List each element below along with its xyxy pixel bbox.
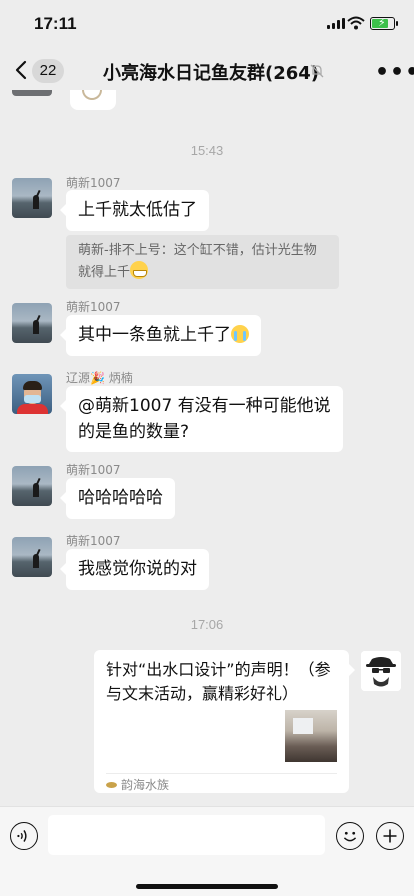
status-bar: 17:11 ⚡ bbox=[0, 0, 414, 48]
more-icon[interactable]: ••• bbox=[375, 60, 414, 85]
message-timestamp: 15:43 bbox=[190, 143, 224, 158]
avatar[interactable] bbox=[12, 303, 52, 343]
message-text: 上千就太低估了 bbox=[78, 200, 197, 220]
chat-header: 22 小亮海水日记鱼友群(264) ••• bbox=[0, 48, 414, 94]
avatar[interactable] bbox=[361, 651, 401, 691]
signal-icon bbox=[327, 18, 345, 29]
sticker-message[interactable] bbox=[70, 90, 116, 110]
sender-name: 萌新1007 bbox=[66, 463, 121, 477]
message-timestamp: 17:06 bbox=[190, 617, 224, 632]
divider bbox=[106, 773, 337, 774]
avatar[interactable] bbox=[12, 466, 52, 506]
sender-name: 萌新1007 bbox=[66, 300, 121, 314]
link-thumbnail bbox=[285, 710, 337, 762]
chevron-left-icon[interactable] bbox=[10, 58, 34, 82]
message-bubble[interactable]: 其中一条鱼就上千了 bbox=[60, 315, 261, 356]
status-time: 17:11 bbox=[34, 14, 77, 33]
unread-count-badge[interactable]: 22 bbox=[32, 59, 64, 83]
message-text: 我感觉你说的对 bbox=[78, 559, 197, 579]
link-title: 针对“出水口设计”的声明！（参与文末活动，赢精彩好礼） bbox=[106, 660, 331, 703]
link-card-message[interactable]: 针对“出水口设计”的声明！（参与文末活动，赢精彩好礼） 韵海水族 bbox=[94, 650, 355, 793]
grin-emoji-icon bbox=[130, 261, 149, 279]
plus-icon[interactable] bbox=[376, 822, 404, 850]
sender-name: 辽源🎉 炳楠 bbox=[66, 371, 133, 385]
link-source-name: 韵海水族 bbox=[121, 778, 170, 792]
message-text: 哈哈哈哈哈 bbox=[78, 488, 163, 508]
sender-name: 萌新1007 bbox=[66, 176, 121, 190]
avatar[interactable] bbox=[12, 90, 52, 96]
bell-off-icon bbox=[310, 64, 324, 78]
avatar[interactable] bbox=[12, 537, 52, 577]
message-bubble[interactable]: @萌新1007 有没有一种可能他说 的是鱼的数量? bbox=[60, 386, 343, 452]
message-input[interactable] bbox=[48, 815, 325, 855]
message-text: @萌新1007 有没有一种可能他说 bbox=[78, 396, 331, 416]
message-text: 其中一条鱼就上千了 bbox=[78, 325, 231, 345]
avatar[interactable] bbox=[12, 178, 52, 218]
sender-name: 萌新1007 bbox=[66, 534, 121, 548]
source-logo-icon bbox=[106, 781, 117, 788]
battery-icon: ⚡ bbox=[370, 16, 398, 30]
voice-icon[interactable] bbox=[10, 822, 38, 850]
message-text: 的是鱼的数量? bbox=[78, 422, 190, 442]
message-bubble[interactable]: 我感觉你说的对 bbox=[60, 549, 209, 590]
home-indicator bbox=[136, 884, 278, 889]
message-bubble[interactable]: 哈哈哈哈哈 bbox=[60, 478, 175, 519]
message-bubble[interactable]: 上千就太低估了 bbox=[60, 190, 209, 231]
message-input-bar bbox=[0, 806, 414, 896]
crying-emoji-icon bbox=[231, 325, 249, 343]
group-title: 小亮海水日记鱼友群(264) bbox=[103, 63, 320, 84]
avatar[interactable] bbox=[12, 374, 52, 414]
quote-text: 萌新-排不上号：这个缸不错，估计光生物就得上千 bbox=[78, 243, 317, 280]
quoted-message[interactable]: 萌新-排不上号：这个缸不错，估计光生物就得上千 bbox=[66, 235, 339, 289]
link-source: 韵海水族 bbox=[106, 776, 169, 793]
wifi-icon bbox=[347, 16, 365, 30]
smiley-icon[interactable] bbox=[336, 822, 364, 850]
